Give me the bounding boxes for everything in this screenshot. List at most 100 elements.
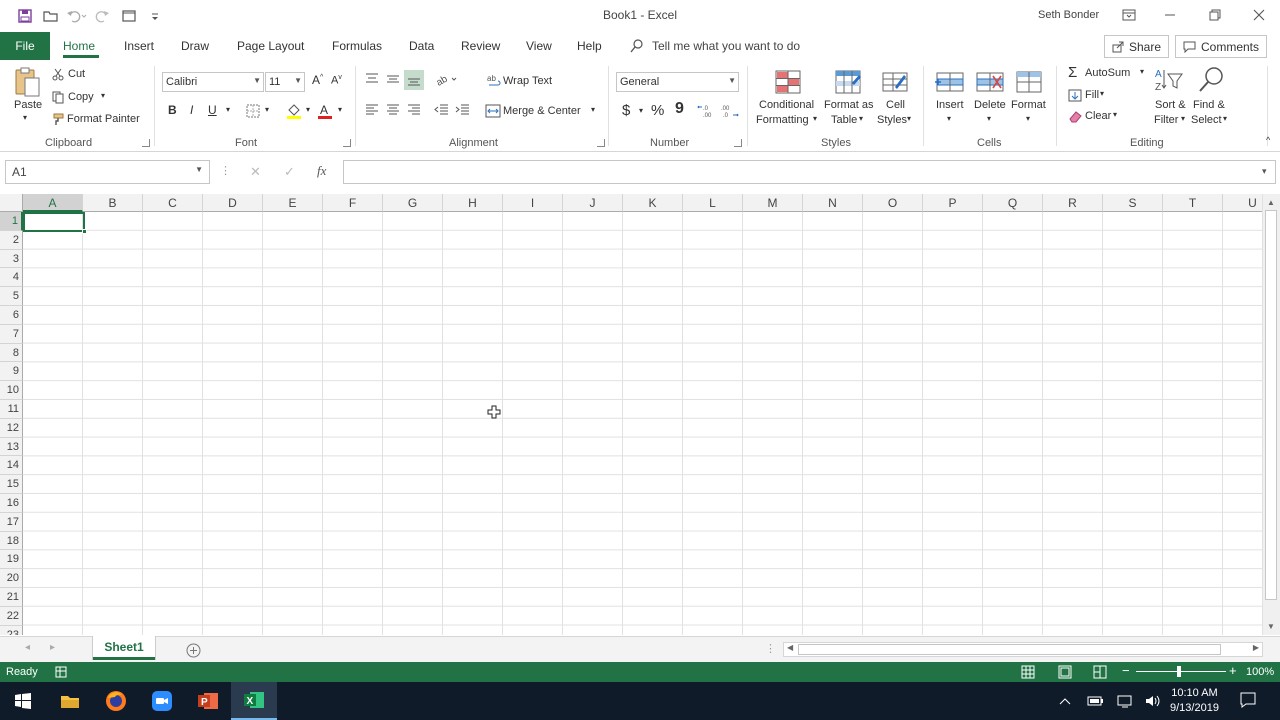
scissors-icon[interactable] bbox=[51, 67, 65, 81]
zoom-out-icon[interactable]: − bbox=[1122, 663, 1130, 678]
share-button[interactable]: Share bbox=[1104, 35, 1170, 58]
row-header-22[interactable]: 22 bbox=[0, 606, 23, 626]
insert-cells-label[interactable]: Insert bbox=[936, 99, 964, 111]
decrease-font-size-icon[interactable]: Av bbox=[331, 74, 342, 87]
column-header-g[interactable]: G bbox=[383, 194, 443, 212]
merge-center-button[interactable]: Merge & Center bbox=[503, 105, 581, 117]
taskbar-clock[interactable]: 10:10 AM 9/13/2019 bbox=[1170, 686, 1219, 716]
column-header-o[interactable]: O bbox=[863, 194, 923, 212]
zoom-slider-thumb[interactable] bbox=[1177, 666, 1181, 677]
format-dropdown-icon[interactable]: ▾ bbox=[1026, 114, 1030, 123]
column-header-a[interactable]: A bbox=[23, 194, 83, 212]
scroll-up-icon[interactable]: ▲ bbox=[1267, 198, 1275, 207]
clear-dropdown-icon[interactable]: ▾ bbox=[1113, 110, 1117, 119]
paste-label[interactable]: Paste bbox=[14, 99, 42, 111]
format-as-table-icon[interactable] bbox=[833, 68, 863, 96]
row-header-13[interactable]: 13 bbox=[0, 437, 23, 457]
show-hidden-icons-icon[interactable] bbox=[1056, 692, 1074, 710]
restore-icon[interactable] bbox=[1200, 4, 1230, 26]
fill-handle[interactable] bbox=[82, 229, 87, 234]
underline-button[interactable]: U bbox=[208, 103, 217, 117]
scroll-thumb[interactable] bbox=[1265, 210, 1277, 600]
align-right-icon[interactable] bbox=[405, 102, 423, 118]
delete-cells-icon[interactable] bbox=[974, 68, 1006, 96]
tab-home[interactable]: Home bbox=[63, 39, 95, 53]
eraser-icon[interactable] bbox=[1067, 109, 1083, 123]
zoom-app-icon[interactable] bbox=[139, 682, 185, 720]
row-header-3[interactable]: 3 bbox=[0, 249, 23, 269]
cell-styles-label-2[interactable]: Styles bbox=[877, 114, 907, 126]
cell-area[interactable] bbox=[23, 212, 1262, 635]
scroll-left-icon[interactable]: ◀ bbox=[787, 643, 793, 652]
align-left-icon[interactable] bbox=[363, 102, 381, 118]
select-all-button[interactable] bbox=[0, 194, 23, 212]
find-select-label-2[interactable]: Select bbox=[1191, 114, 1222, 126]
row-header-1[interactable]: 1 bbox=[0, 212, 23, 231]
action-center-icon[interactable] bbox=[1239, 691, 1257, 709]
column-header-t[interactable]: T bbox=[1163, 194, 1223, 212]
undo-icon[interactable] bbox=[64, 6, 90, 26]
copy-button[interactable]: Copy bbox=[68, 91, 94, 103]
currency-format-button[interactable]: $ bbox=[622, 102, 630, 119]
row-header-5[interactable]: 5 bbox=[0, 287, 23, 306]
name-box[interactable]: A1 ▼ bbox=[5, 160, 210, 184]
row-header-23[interactable]: 23 bbox=[0, 625, 23, 635]
paste-dropdown-icon[interactable]: ▾ bbox=[23, 113, 27, 122]
column-header-c[interactable]: C bbox=[143, 194, 203, 212]
increase-decimal-icon[interactable]: .0.00 bbox=[697, 103, 717, 119]
row-header-9[interactable]: 9 bbox=[0, 362, 23, 382]
tab-help[interactable]: Help bbox=[577, 39, 602, 53]
conditional-formatting-icon[interactable] bbox=[773, 68, 803, 96]
format-table-dropdown-icon[interactable]: ▾ bbox=[859, 114, 863, 123]
sigma-icon[interactable]: Σ bbox=[1068, 64, 1077, 81]
insert-cells-icon[interactable] bbox=[934, 68, 966, 96]
fill-dropdown-icon[interactable]: ▾ bbox=[1100, 89, 1104, 98]
format-as-table-label-2[interactable]: Table bbox=[831, 114, 857, 126]
row-header-16[interactable]: 16 bbox=[0, 494, 23, 513]
cancel-icon[interactable]: ✕ bbox=[250, 164, 261, 180]
paste-icon[interactable] bbox=[13, 66, 43, 98]
find-select-icon[interactable] bbox=[1197, 66, 1227, 94]
row-header-14[interactable]: 14 bbox=[0, 456, 23, 476]
row-header-8[interactable]: 8 bbox=[0, 343, 23, 363]
expand-formula-bar-icon[interactable]: ▾ bbox=[1262, 166, 1267, 177]
row-header-4[interactable]: 4 bbox=[0, 268, 23, 288]
insert-dropdown-icon[interactable]: ▾ bbox=[947, 114, 951, 123]
network-icon[interactable] bbox=[1116, 692, 1134, 710]
borders-dropdown-icon[interactable]: ▾ bbox=[265, 105, 269, 114]
row-header-2[interactable]: 2 bbox=[0, 230, 23, 250]
conditional-dropdown-icon[interactable]: ▾ bbox=[813, 114, 817, 123]
orientation-icon[interactable]: ab bbox=[434, 71, 460, 87]
row-header-21[interactable]: 21 bbox=[0, 588, 23, 607]
find-select-label-1[interactable]: Find & bbox=[1193, 99, 1225, 111]
copy-dropdown-icon[interactable]: ▾ bbox=[101, 91, 105, 100]
tab-data[interactable]: Data bbox=[409, 39, 434, 53]
format-cells-icon[interactable] bbox=[1013, 68, 1045, 96]
powerpoint-icon[interactable]: P bbox=[185, 682, 231, 720]
font-size-select[interactable]: 11 ▼ bbox=[265, 72, 305, 92]
fill-color-dropdown-icon[interactable]: ▾ bbox=[306, 105, 310, 114]
tell-me-search[interactable]: Tell me what you want to do bbox=[630, 39, 800, 53]
tab-formulas[interactable]: Formulas bbox=[332, 39, 382, 53]
font-name-select[interactable]: Calibri ▼ bbox=[162, 72, 264, 92]
column-header-n[interactable]: N bbox=[803, 194, 863, 212]
tab-draw[interactable]: Draw bbox=[181, 39, 209, 53]
active-cell-a1[interactable] bbox=[23, 212, 85, 232]
font-color-dropdown-icon[interactable]: ▾ bbox=[338, 105, 342, 114]
row-header-11[interactable]: 11 bbox=[0, 400, 23, 419]
cell-styles-label-1[interactable]: Cell bbox=[886, 99, 905, 111]
comma-style-button[interactable]: 9 bbox=[675, 100, 684, 118]
column-header-u[interactable]: U bbox=[1223, 194, 1262, 212]
row-header-6[interactable]: 6 bbox=[0, 306, 23, 325]
increase-font-size-icon[interactable]: A^ bbox=[312, 73, 323, 87]
horizontal-scroll-thumb[interactable] bbox=[798, 644, 1221, 655]
normal-view-icon[interactable] bbox=[1021, 665, 1035, 682]
collapse-ribbon-icon[interactable]: ^ bbox=[1266, 135, 1270, 145]
vertical-scrollbar[interactable]: ▲ ▼ bbox=[1262, 194, 1280, 635]
fill-color-icon[interactable] bbox=[286, 102, 302, 120]
column-header-l[interactable]: L bbox=[683, 194, 743, 212]
number-format-select[interactable]: General ▼ bbox=[616, 72, 739, 92]
row-header-20[interactable]: 20 bbox=[0, 569, 23, 588]
percent-format-button[interactable]: % bbox=[651, 102, 664, 119]
top-align-icon[interactable] bbox=[363, 71, 381, 87]
